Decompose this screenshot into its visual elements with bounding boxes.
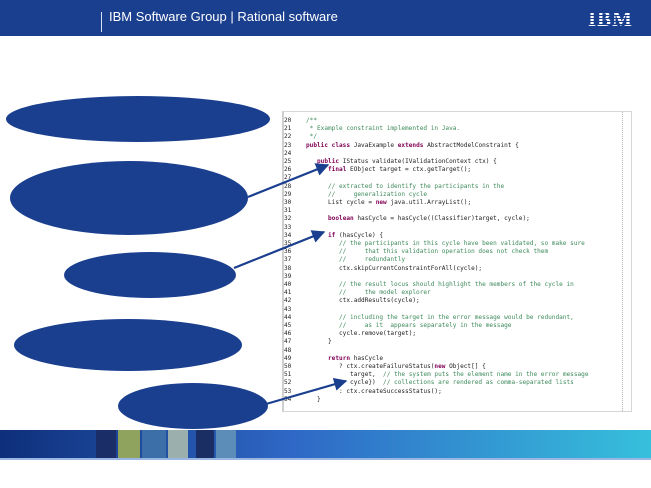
code-text: hasCycle = hasCycle((Classifier)target, … xyxy=(357,215,530,223)
footer-tile-5 xyxy=(196,430,214,458)
code-text: hasCycle xyxy=(353,354,384,362)
code-text: ctx.skipCurrentConstraintForAll(cycle); xyxy=(306,264,483,272)
code-text: ? ctx.createFailureStatus( xyxy=(306,363,435,370)
code-line: 32 boolean hasCycle = hasCycle((Classifi… xyxy=(284,214,530,223)
code-text: } xyxy=(306,395,321,403)
code-text: ctx.addResults(cycle); xyxy=(306,297,420,305)
callout-bubble-1[interactable] xyxy=(6,96,270,142)
code-comment: // the model explorer xyxy=(306,289,431,297)
code-keyword: new xyxy=(434,363,450,370)
code-text: Object[] { xyxy=(449,363,486,370)
footer-stripe xyxy=(0,458,651,460)
code-comment: // extracted to identify the participant… xyxy=(306,182,505,190)
header-divider xyxy=(101,12,102,32)
code-comment: */ xyxy=(306,133,318,141)
code-line: 26 final EObject target = ctx.getTarget(… xyxy=(284,165,471,174)
code-comment: /** xyxy=(306,117,318,124)
footer-tile-2 xyxy=(118,430,140,458)
code-comment: * Example constraint implemented in Java… xyxy=(306,125,461,133)
footer-tile-4 xyxy=(168,430,188,458)
code-text: EObject target = ctx.getTarget(); xyxy=(350,166,472,174)
code-comment: // including the target in the error mes… xyxy=(306,313,574,321)
code-text: cycle}) xyxy=(306,379,384,387)
code-keyword: return xyxy=(328,354,354,362)
code-comment: // that this validation operation does n… xyxy=(306,248,549,256)
code-text: List cycle = xyxy=(306,199,376,206)
code-keyword: extends xyxy=(397,141,428,149)
code-text: AbstractModelConstraint { xyxy=(427,141,519,149)
code-text: } xyxy=(306,338,332,346)
code-text: JavaExample xyxy=(353,141,398,149)
footer-tile-6 xyxy=(216,430,236,458)
code-keyword: final xyxy=(328,166,351,174)
callout-bubble-5[interactable] xyxy=(118,383,268,429)
footer-tile-1 xyxy=(96,430,116,458)
code-text: IStatus validate(IValidationContext ctx)… xyxy=(342,158,497,165)
code-line: 23 public class JavaExample extends Abstr… xyxy=(284,141,519,150)
footer-image-band xyxy=(0,430,651,458)
code-line: 54 } xyxy=(284,395,321,404)
code-comment: // collections are rendered as comma-sep… xyxy=(383,379,574,387)
callout-bubble-4[interactable] xyxy=(14,319,242,371)
callout-bubble-3[interactable] xyxy=(64,252,236,298)
code-comment: // the participants in this cycle have b… xyxy=(306,240,585,247)
code-text: java.util.ArrayList(); xyxy=(390,199,472,206)
code-keyword: new xyxy=(375,199,391,206)
code-comment: // as it appears separately in the messa… xyxy=(306,322,512,329)
code-keyword: boolean xyxy=(328,215,358,223)
code-comment: // the result locus should highlight the… xyxy=(306,281,574,288)
code-keyword: if xyxy=(328,231,340,239)
editor-scroll-edge[interactable] xyxy=(622,112,631,411)
code-text: (hasCycle) { xyxy=(339,231,384,239)
footer-tile-3 xyxy=(142,430,166,458)
code-line: 30 List cycle = new java.util.ArrayList(… xyxy=(284,198,471,207)
code-line: 38 ctx.skipCurrentConstraintForAll(cycle… xyxy=(284,264,482,273)
code-text: cycle.remove(target); xyxy=(306,330,417,338)
ibm-logo: IBM xyxy=(588,7,633,31)
code-editor: 20/** 21 * Example constraint implemented… xyxy=(282,111,632,412)
code-text: : ctx.createSuccessStatus(); xyxy=(306,387,442,395)
code-keyword: public class xyxy=(306,141,354,149)
code-text: target, xyxy=(306,371,384,379)
code-comment: // the system puts the element name in t… xyxy=(383,371,589,379)
code-comment: // generalization cycle xyxy=(306,190,428,198)
code-keyword: public xyxy=(317,158,343,165)
code-comment: // redundantly xyxy=(306,256,406,264)
header-title: IBM Software Group | Rational software xyxy=(109,9,338,24)
callout-bubble-2[interactable] xyxy=(10,161,248,235)
line-number: 54 xyxy=(284,395,292,403)
header-bar: IBM Software Group | Rational software I… xyxy=(0,0,651,36)
